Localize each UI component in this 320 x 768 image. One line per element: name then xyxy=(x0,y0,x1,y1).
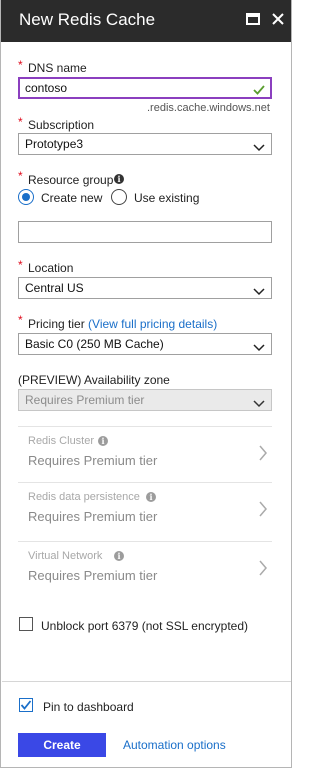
availability-zone-value: Requires Premium tier xyxy=(25,393,145,407)
redis-cluster-value: Requires Premium tier xyxy=(28,453,158,468)
checkmark-icon xyxy=(20,700,32,710)
dns-suffix: .redis.cache.windows.net xyxy=(147,102,270,114)
location-select[interactable]: Central US xyxy=(18,277,272,299)
redis-cluster-label: Redis Cluster xyxy=(28,435,95,447)
redis-data-persistence-row: Redis data persistence i Requires Premiu… xyxy=(18,482,272,534)
unblock-port-checkbox[interactable] xyxy=(19,617,33,631)
location-value: Central US xyxy=(25,281,84,295)
required-marker: * xyxy=(18,58,23,72)
unblock-port-label: Unblock port 6379 (not SSL encrypted) xyxy=(41,619,249,633)
required-marker: * xyxy=(18,115,23,129)
use-existing-radio[interactable] xyxy=(111,189,127,205)
footer-divider xyxy=(2,681,291,682)
blade-title: New Redis Cache xyxy=(19,10,156,29)
location-label: Location xyxy=(28,261,74,275)
pricing-tier-select[interactable]: Basic C0 (250 MB Cache) xyxy=(18,333,272,355)
info-icon[interactable]: i xyxy=(114,174,124,184)
availability-zone-select: Requires Premium tier xyxy=(18,389,272,411)
required-marker: * xyxy=(18,169,23,183)
maximize-icon[interactable] xyxy=(243,9,263,29)
pricing-tier-label-text: Pricing tier xyxy=(28,317,85,331)
chevron-right-icon xyxy=(258,501,268,522)
pin-to-dashboard-checkbox[interactable] xyxy=(19,698,33,712)
create-new-label: Create new xyxy=(41,191,103,205)
automation-options-link[interactable]: Automation options xyxy=(123,738,226,752)
virtual-network-label: Virtual Network xyxy=(28,550,103,562)
virtual-network-value: Requires Premium tier xyxy=(28,568,158,583)
dns-name-value: contoso xyxy=(25,81,68,95)
close-icon[interactable] xyxy=(268,9,288,29)
chevron-down-icon xyxy=(253,339,265,359)
subscription-value: Prototype3 xyxy=(25,137,84,151)
create-new-radio[interactable] xyxy=(18,189,34,205)
availability-zone-label: (PREVIEW) Availability zone xyxy=(18,373,170,387)
view-pricing-link[interactable]: (View full pricing details) xyxy=(88,317,217,331)
use-existing-label: Use existing xyxy=(134,191,200,205)
dns-name-input[interactable]: contoso xyxy=(18,77,272,99)
dns-name-label: DNS name xyxy=(28,61,87,75)
chevron-right-icon xyxy=(258,560,268,581)
info-icon: i xyxy=(98,436,108,446)
info-icon: i xyxy=(114,551,124,561)
create-button[interactable]: Create xyxy=(18,733,106,757)
resource-group-label: Resource group xyxy=(28,173,114,187)
blade-header: New Redis Cache xyxy=(1,0,291,42)
redis-cluster-row: Redis Cluster i Requires Premium tier xyxy=(18,426,272,478)
resource-group-input[interactable] xyxy=(18,221,272,243)
new-redis-cache-blade: New Redis Cache * DNS name contoso .redi… xyxy=(0,0,292,768)
required-marker: * xyxy=(18,313,23,327)
pricing-tier-value: Basic C0 (250 MB Cache) xyxy=(25,337,164,351)
chevron-down-icon xyxy=(253,283,265,303)
chevron-right-icon xyxy=(258,445,268,466)
subscription-select[interactable]: Prototype3 xyxy=(18,133,272,155)
required-marker: * xyxy=(18,258,23,272)
virtual-network-row: Virtual Network i Requires Premium tier xyxy=(18,541,272,593)
redis-data-persistence-label: Redis data persistence xyxy=(28,491,140,503)
subscription-label: Subscription xyxy=(28,118,95,132)
chevron-down-icon xyxy=(253,139,265,159)
checkmark-icon xyxy=(253,82,265,102)
redis-data-persistence-value: Requires Premium tier xyxy=(28,509,158,524)
chevron-down-icon xyxy=(253,395,265,415)
pin-to-dashboard-label: Pin to dashboard xyxy=(43,700,134,714)
info-icon: i xyxy=(146,492,156,502)
pricing-tier-label: Pricing tier (View full pricing details) xyxy=(28,317,217,331)
